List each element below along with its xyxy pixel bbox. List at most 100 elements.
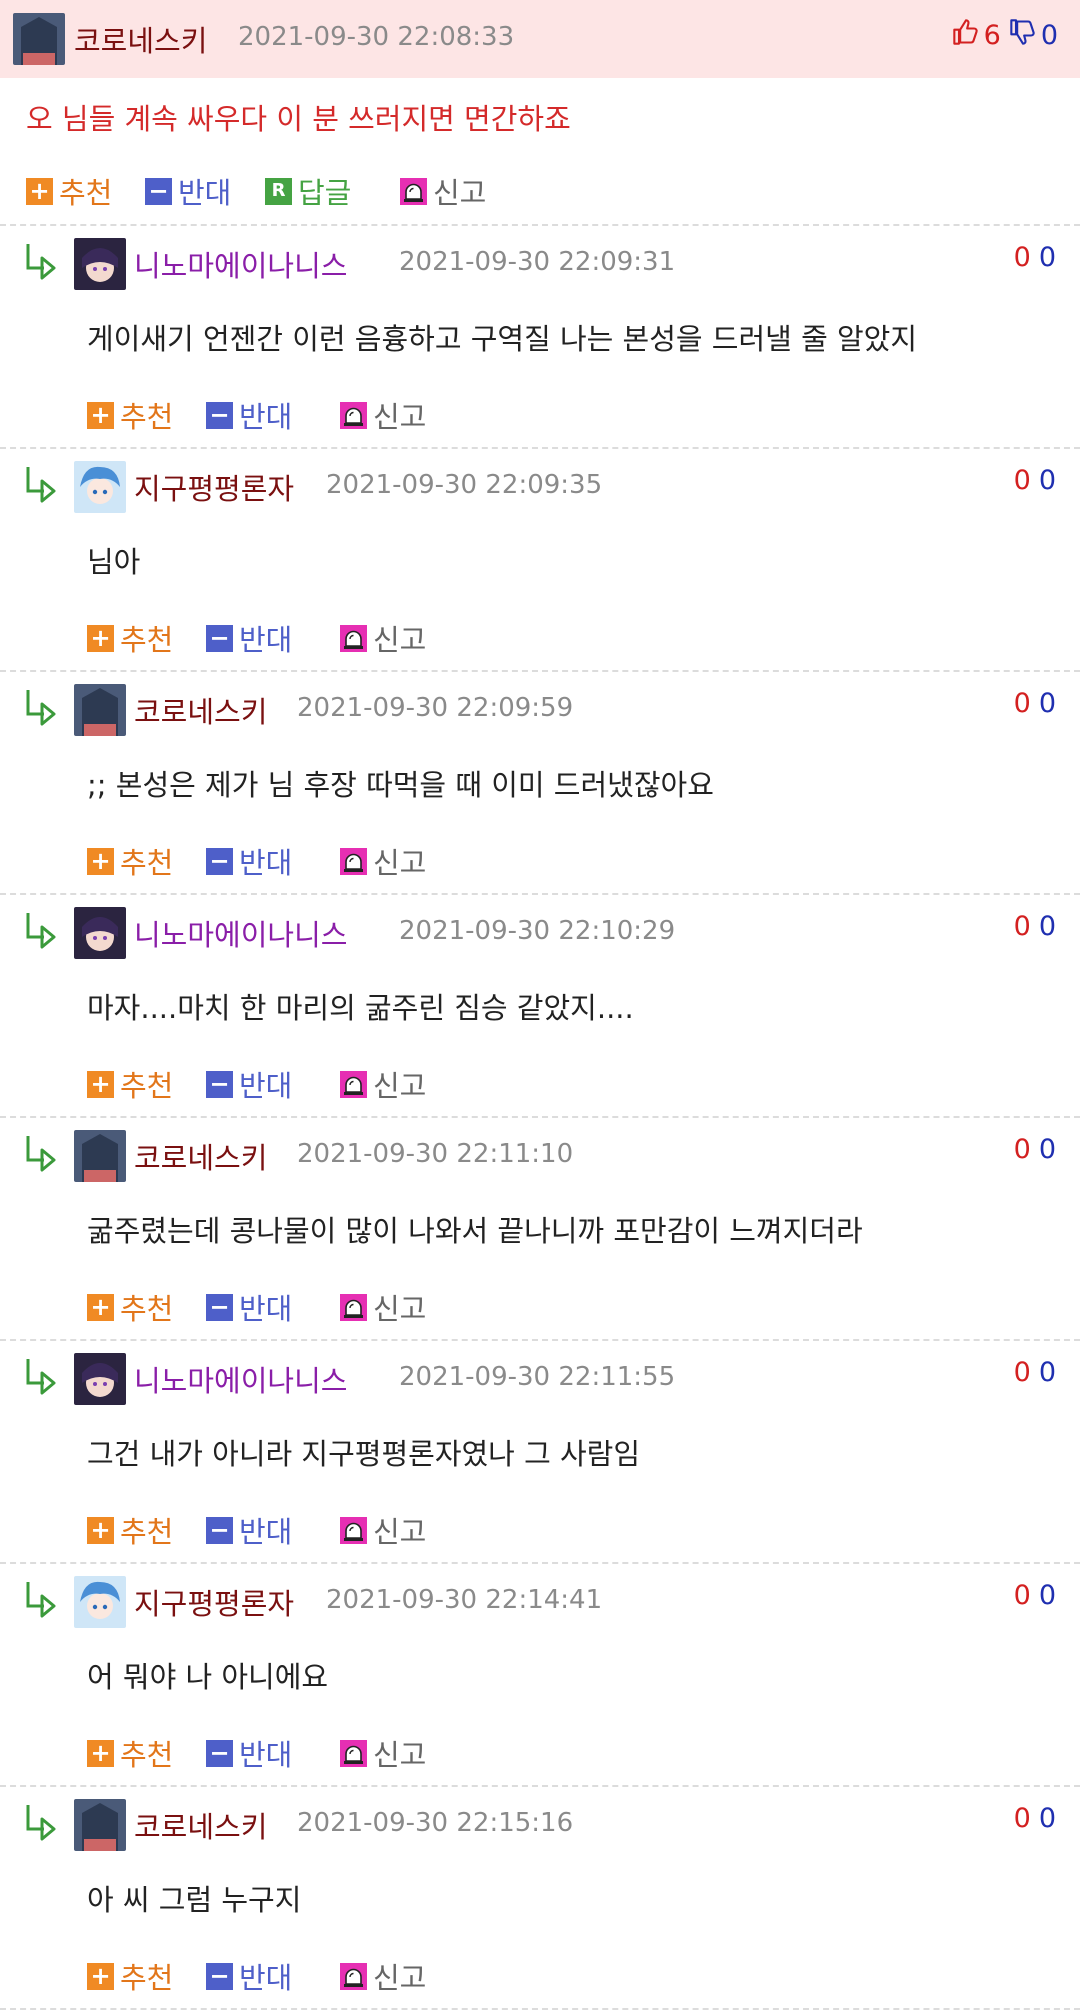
avatar[interactable] bbox=[74, 1576, 126, 1628]
avatar[interactable] bbox=[74, 461, 126, 513]
recommend-button[interactable]: + 추천 bbox=[87, 1732, 173, 1774]
minus-icon: − bbox=[206, 1070, 233, 1098]
author-nickname[interactable]: 코로네스키 bbox=[74, 18, 207, 60]
oppose-button[interactable]: − 반대 bbox=[206, 617, 292, 659]
avatar[interactable] bbox=[74, 1130, 126, 1182]
reply-timestamp: 2021-09-30 22:09:35 bbox=[326, 470, 603, 500]
upvote-count: 0 bbox=[1013, 242, 1031, 273]
recommend-button[interactable]: + 추천 bbox=[87, 1286, 173, 1328]
report-label: 신고 bbox=[373, 1069, 427, 1103]
siren-icon bbox=[340, 847, 367, 875]
reply-item: 지구평평론자 2021-09-30 22:14:41 00 어 뭐야 나 아니에… bbox=[0, 1562, 1080, 1785]
report-button[interactable]: 신고 bbox=[340, 1286, 426, 1328]
oppose-button[interactable]: − 반대 bbox=[145, 170, 231, 212]
report-button[interactable]: 신고 bbox=[340, 840, 426, 882]
avatar[interactable] bbox=[74, 238, 126, 290]
avatar[interactable] bbox=[74, 907, 126, 959]
report-label: 신고 bbox=[373, 846, 427, 880]
avatar[interactable] bbox=[13, 13, 65, 65]
vote-summary: 00 bbox=[1014, 1580, 1056, 1611]
oppose-button[interactable]: − 반대 bbox=[206, 1286, 292, 1328]
recommend-button[interactable]: + 추천 bbox=[87, 1955, 173, 1997]
report-button[interactable]: 신고 bbox=[340, 1732, 426, 1774]
oppose-label: 반대 bbox=[239, 400, 293, 434]
oppose-button[interactable]: − 반대 bbox=[206, 840, 292, 882]
minus-icon: − bbox=[206, 1739, 233, 1767]
oppose-label: 반대 bbox=[178, 176, 232, 210]
siren-icon bbox=[340, 1962, 367, 1990]
comment-text: 오 님들 계속 싸우다 이 분 쓰러지면 면간하죠 bbox=[26, 102, 571, 136]
report-button[interactable]: 신고 bbox=[340, 617, 426, 659]
reply-arrow-icon bbox=[24, 1355, 62, 1395]
recommend-button[interactable]: + 추천 bbox=[26, 170, 112, 212]
recommend-button[interactable]: + 추천 bbox=[87, 840, 173, 882]
oppose-label: 반대 bbox=[239, 1069, 293, 1103]
plus-icon: + bbox=[87, 401, 114, 429]
recommend-button[interactable]: + 추천 bbox=[87, 394, 173, 436]
oppose-label: 반대 bbox=[239, 846, 293, 880]
recommend-button[interactable]: + 추천 bbox=[87, 1063, 173, 1105]
oppose-button[interactable]: − 반대 bbox=[206, 1955, 292, 1997]
oppose-button[interactable]: − 반대 bbox=[206, 1732, 292, 1774]
author-nickname[interactable]: 지구평평론자 bbox=[134, 1581, 294, 1623]
downvote-count: 0 bbox=[1038, 1357, 1056, 1388]
reply-item: 코로네스키 2021-09-30 22:15:16 00 아 씨 그럼 누구지 … bbox=[0, 1785, 1080, 2008]
recommend-label: 추천 bbox=[120, 1069, 174, 1103]
recommend-label: 추천 bbox=[120, 623, 174, 657]
report-button[interactable]: 신고 bbox=[340, 1063, 426, 1105]
minus-icon: − bbox=[206, 1962, 233, 1990]
reply-item: 코로네스키 2021-09-30 22:11:10 00 굶주렸는데 콩나물이 … bbox=[0, 1116, 1080, 1339]
recommend-button[interactable]: + 추천 bbox=[87, 617, 173, 659]
comment-actions: + 추천 − 반대 R 답글 신고 bbox=[0, 150, 1080, 224]
reply-list: 니노마에이나니스 2021-09-30 22:09:31 00 게이새기 언젠간… bbox=[0, 224, 1080, 2008]
oppose-button[interactable]: − 반대 bbox=[206, 1509, 292, 1551]
plus-icon: + bbox=[87, 1293, 114, 1321]
avatar[interactable] bbox=[74, 684, 126, 736]
reply-badge-icon: R bbox=[265, 177, 292, 205]
upvote-count: 6 bbox=[983, 20, 1001, 51]
minus-icon: − bbox=[206, 401, 233, 429]
recommend-label: 추천 bbox=[120, 1515, 174, 1549]
author-nickname[interactable]: 니노마에이나니스 bbox=[134, 1358, 347, 1400]
reply-label: 답글 bbox=[298, 176, 352, 210]
avatar[interactable] bbox=[74, 1353, 126, 1405]
reply-arrow-icon bbox=[24, 1578, 62, 1618]
reply-item: 니노마에이나니스 2021-09-30 22:11:55 00 그건 내가 아니… bbox=[0, 1339, 1080, 1562]
downvote-count: 0 bbox=[1038, 688, 1056, 719]
report-button[interactable]: 신고 bbox=[340, 394, 426, 436]
reply-text: 게이새기 언젠간 이런 음흉하고 구역질 나는 본성을 드러낼 줄 알았지 bbox=[87, 322, 918, 356]
author-nickname[interactable]: 코로네스키 bbox=[134, 1804, 267, 1846]
author-nickname[interactable]: 코로네스키 bbox=[134, 1135, 267, 1177]
author-nickname[interactable]: 지구평평론자 bbox=[134, 466, 294, 508]
author-nickname[interactable]: 코로네스키 bbox=[134, 689, 267, 731]
upvote-count: 0 bbox=[1013, 911, 1031, 942]
siren-icon bbox=[340, 1293, 367, 1321]
oppose-label: 반대 bbox=[239, 1292, 293, 1326]
reply-text: ;; 본성은 제가 님 후장 따먹을 때 이미 드러냈잖아요 bbox=[87, 768, 714, 802]
oppose-button[interactable]: − 반대 bbox=[206, 1063, 292, 1105]
minus-icon: − bbox=[206, 1516, 233, 1544]
reply-text: 마자....마치 한 마리의 굶주린 짐승 같았지.... bbox=[87, 991, 634, 1025]
upvote-count: 0 bbox=[1013, 688, 1031, 719]
thumbs-down-icon[interactable] bbox=[1009, 18, 1037, 53]
report-label: 신고 bbox=[373, 1961, 427, 1995]
avatar[interactable] bbox=[74, 1799, 126, 1851]
plus-icon: + bbox=[87, 1516, 114, 1544]
siren-icon bbox=[340, 1516, 367, 1544]
thumbs-up-icon[interactable] bbox=[952, 18, 980, 53]
reply-button[interactable]: R 답글 bbox=[265, 170, 351, 212]
oppose-button[interactable]: − 반대 bbox=[206, 394, 292, 436]
report-button[interactable]: 신고 bbox=[340, 1955, 426, 1997]
vote-summary: 00 bbox=[1014, 465, 1056, 496]
comment-timestamp: 2021-09-30 22:08:33 bbox=[238, 22, 515, 52]
vote-summary: 00 bbox=[1014, 1803, 1056, 1834]
author-nickname[interactable]: 니노마에이나니스 bbox=[134, 243, 347, 285]
report-button[interactable]: 신고 bbox=[340, 1509, 426, 1551]
reply-timestamp: 2021-09-30 22:15:16 bbox=[297, 1808, 574, 1838]
top-comment-body: 오 님들 계속 싸우다 이 분 쓰러지면 면간하죠 bbox=[0, 78, 1080, 150]
author-nickname[interactable]: 니노마에이나니스 bbox=[134, 912, 347, 954]
downvote-count: 0 bbox=[1038, 465, 1056, 496]
oppose-label: 반대 bbox=[239, 1738, 293, 1772]
recommend-button[interactable]: + 추천 bbox=[87, 1509, 173, 1551]
report-button[interactable]: 신고 bbox=[400, 170, 486, 212]
